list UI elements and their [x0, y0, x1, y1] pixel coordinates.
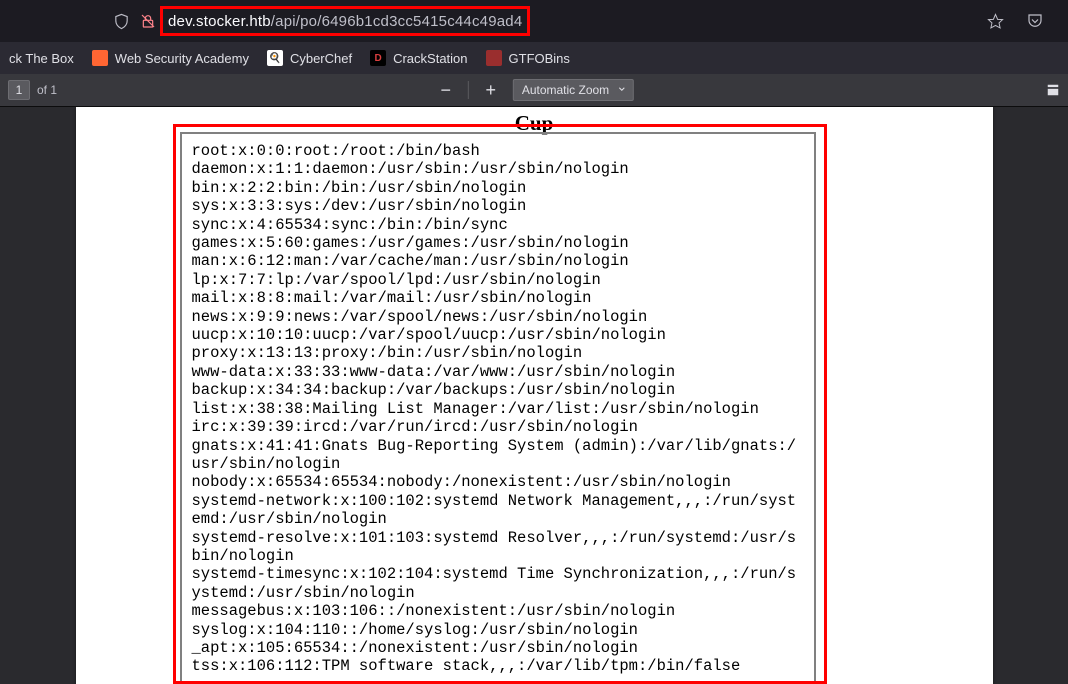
- bookmark-icon: 🍳: [267, 50, 283, 66]
- zoom-select[interactable]: Automatic Zoom: [513, 79, 634, 101]
- bookmark-websecacademy[interactable]: Web Security Academy: [83, 42, 258, 74]
- url-host: dev.stocker.htb: [168, 13, 271, 30]
- bookmark-icon: [486, 50, 502, 66]
- bookmarks-bar: ck The Box Web Security Academy 🍳 CyberC…: [0, 42, 1068, 74]
- page-number-input[interactable]: [8, 80, 30, 100]
- bookmark-icon: [92, 50, 108, 66]
- bookmark-label: GTFOBins: [509, 51, 570, 66]
- pdf-page: Cup root:x:0:0:root:/root:/bin/bash daem…: [76, 107, 993, 684]
- bookmark-icon: D: [370, 50, 386, 66]
- url-bar: dev.stocker.htb/api/po/6496b1cd3cc5415c4…: [0, 0, 1068, 42]
- toolbar-right-button[interactable]: [1046, 78, 1060, 102]
- chevron-down-icon: [617, 83, 627, 97]
- pdf-viewer[interactable]: Cup root:x:0:0:root:/root:/bin/bash daem…: [0, 107, 1068, 684]
- content-text: root:x:0:0:root:/root:/bin/bash daemon:x…: [192, 142, 804, 676]
- bookmark-label: CyberChef: [290, 51, 352, 66]
- pocket-icon[interactable]: [1026, 12, 1044, 30]
- pdf-toolbar: of 1 − + Automatic Zoom: [0, 74, 1068, 107]
- content-box: root:x:0:0:root:/root:/bin/bash daemon:x…: [180, 132, 816, 684]
- lock-insecure-icon[interactable]: [140, 13, 156, 29]
- url-path: /api/po/6496b1cd3cc5415c44c49ad4: [271, 13, 523, 30]
- bookmark-star-icon[interactable]: [987, 13, 1004, 30]
- url-input[interactable]: dev.stocker.htb/api/po/6496b1cd3cc5415c4…: [168, 13, 522, 30]
- bookmark-label: CrackStation: [393, 51, 467, 66]
- shield-icon[interactable]: [113, 13, 130, 30]
- bookmark-label: ck The Box: [9, 51, 74, 66]
- separator: [468, 81, 469, 99]
- bookmark-gtfobins[interactable]: GTFOBins: [477, 42, 579, 74]
- zoom-label: Automatic Zoom: [522, 83, 609, 97]
- zoom-out-button[interactable]: −: [434, 78, 458, 102]
- page-count-label: of 1: [37, 83, 57, 97]
- bookmark-label: Web Security Academy: [115, 51, 249, 66]
- zoom-in-button[interactable]: +: [479, 78, 503, 102]
- bookmark-cyberchef[interactable]: 🍳 CyberChef: [258, 42, 361, 74]
- bookmark-hackthebox[interactable]: ck The Box: [0, 42, 83, 74]
- bookmark-crackstation[interactable]: D CrackStation: [361, 42, 476, 74]
